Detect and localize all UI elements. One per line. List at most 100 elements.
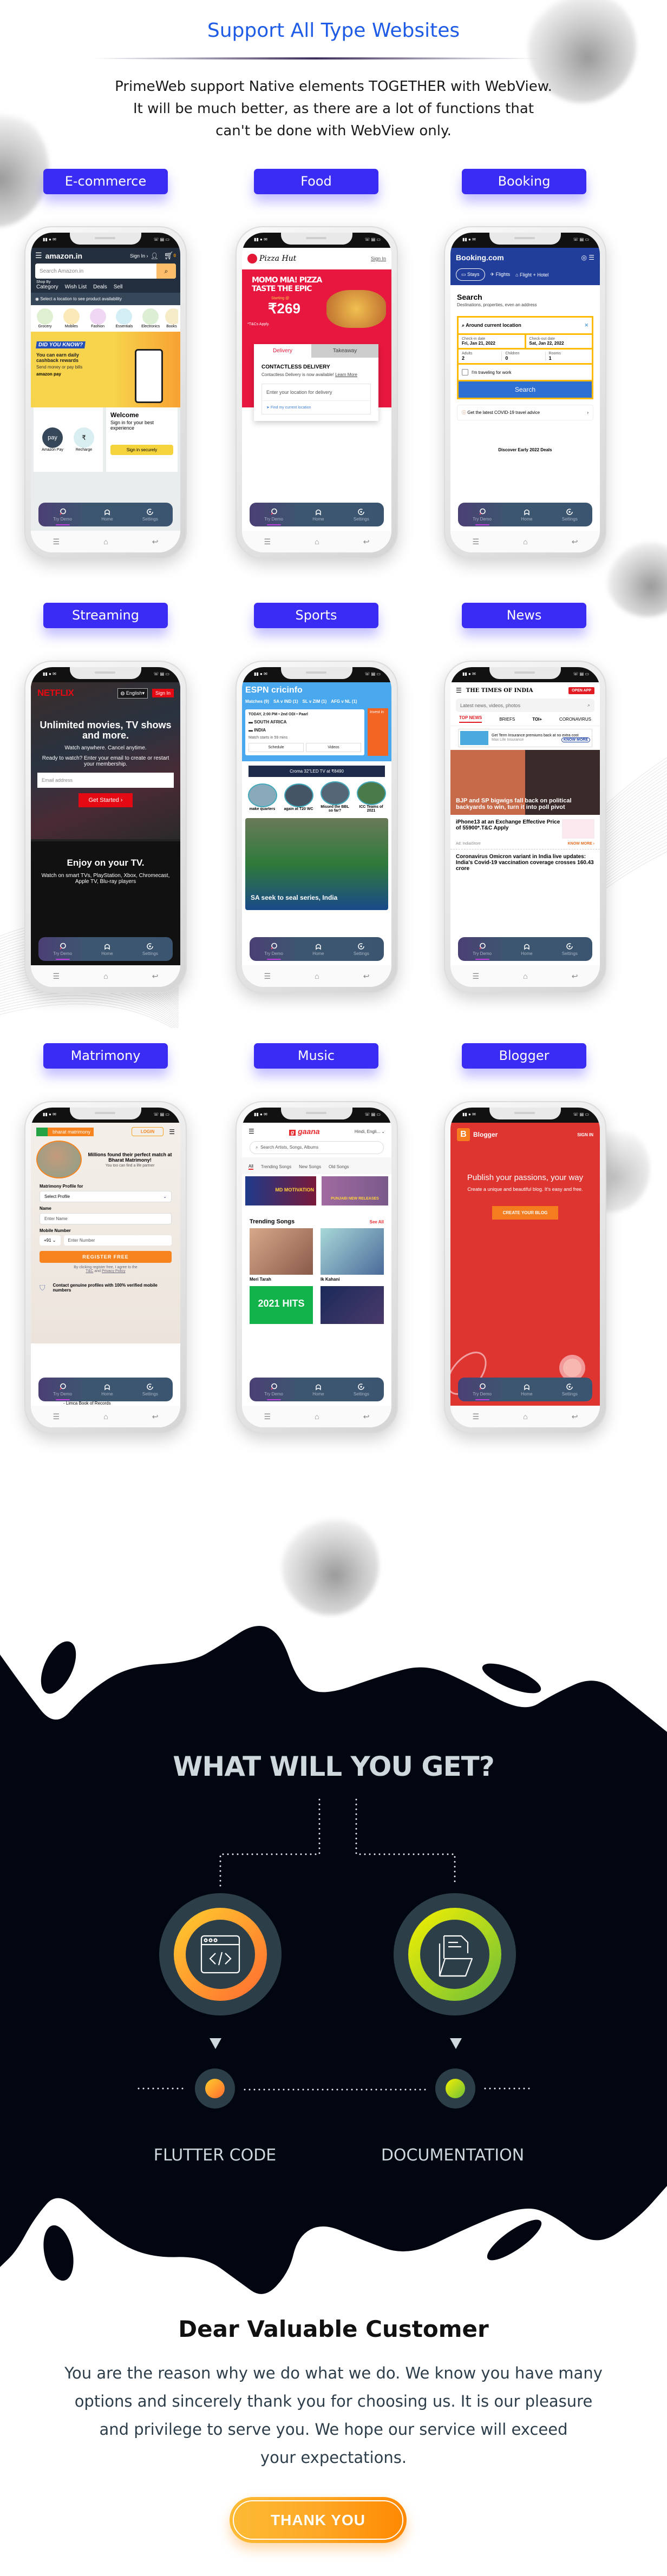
tab-flight-hotel[interactable]: ⌂ Flight + Hotel	[515, 272, 548, 278]
clear-icon[interactable]: ✕	[584, 322, 588, 328]
tab-trending[interactable]: Trending Songs	[261, 1164, 291, 1169]
nav-settings[interactable]: Settings	[142, 1383, 158, 1396]
home-button-icon[interactable]: ⌂	[523, 537, 527, 546]
iphone-promo[interactable]: iPhone13 at an Exchange Effective Price …	[450, 815, 600, 839]
promo-banner[interactable]: DID YOU KNOW? You can earn daily cashbac…	[31, 332, 180, 407]
menu-icon[interactable]: ☰	[264, 1412, 271, 1421]
hamburger-icon[interactable]: ☰	[456, 687, 462, 694]
search-input[interactable]: Search Amazon.in	[35, 268, 156, 274]
nav-home[interactable]: Home	[312, 943, 324, 956]
nav-home[interactable]: Home	[312, 1383, 324, 1396]
story-headline[interactable]: Coronavirus Omicron variant in India liv…	[450, 849, 600, 876]
checkin-field[interactable]: Check-in date Fri, Jan 21, 2022	[459, 335, 525, 348]
nav-wish-list[interactable]: Wish List	[65, 284, 87, 290]
nav-home[interactable]: Home	[521, 508, 533, 522]
song-card[interactable]: Meri Tarah	[250, 1228, 313, 1282]
learn-more-link[interactable]: Learn More	[335, 372, 357, 377]
privacy-link[interactable]: Privacy Policy	[102, 1269, 126, 1273]
home-button-icon[interactable]: ⌂	[523, 1412, 527, 1421]
tab-toi-plus[interactable]: TOI+	[532, 717, 542, 722]
tab-coronavirus[interactable]: CORONAVIRUS	[559, 717, 591, 722]
nav-try-demo[interactable]: Try Demo	[53, 1383, 72, 1400]
home-button-icon[interactable]: ⌂	[103, 537, 108, 546]
tile-amazon-pay[interactable]: pay Amazon Pay	[37, 427, 68, 452]
menu-icon[interactable]: ☰	[53, 972, 60, 981]
story-item[interactable]: again at T20 WC	[283, 783, 315, 811]
videos-button[interactable]: Videos	[306, 742, 361, 752]
destination-input[interactable]: ⌕ Around current location ✕	[459, 318, 592, 333]
tab-top-news[interactable]: TOP NEWS	[459, 715, 482, 723]
work-travel-checkbox[interactable]: I'm traveling for work	[459, 365, 592, 380]
nav-settings[interactable]: Settings	[354, 508, 369, 522]
sign-in-link[interactable]: Sign In	[371, 256, 386, 261]
home-button-icon[interactable]: ⌂	[523, 972, 527, 980]
nav-try-demo[interactable]: Try Demo	[473, 943, 492, 960]
nav-home[interactable]: Home	[521, 943, 533, 956]
side-ad[interactable]: Invest in	[368, 708, 388, 756]
back-icon[interactable]: ↩	[363, 537, 370, 546]
menu-icon[interactable]: ☰	[53, 537, 60, 546]
tab-delivery[interactable]: Delivery	[254, 344, 311, 358]
nav-deals[interactable]: Deals	[93, 284, 107, 290]
menu-icon[interactable]: ☰	[473, 972, 480, 981]
tab-new[interactable]: New Songs	[299, 1164, 321, 1169]
language-select[interactable]: ◍ English▾	[117, 688, 148, 699]
tnc-link[interactable]: T&C	[86, 1269, 93, 1273]
category-grocery[interactable]: Grocery	[33, 308, 57, 328]
category-mobiles[interactable]: Mobiles	[60, 308, 83, 328]
schedule-button[interactable]: Schedule	[249, 742, 304, 752]
headline-image[interactable]: BJP and SP bigwigs fall back on politica…	[450, 750, 600, 815]
thank-you-button[interactable]: THANK YOU	[230, 2497, 407, 2543]
headline-image[interactable]: SA seek to seal series, India	[245, 818, 388, 910]
register-free-button[interactable]: REGISTER FREE	[40, 1251, 172, 1263]
home-button-icon[interactable]: ⌂	[103, 1412, 108, 1421]
tile-recharge[interactable]: ₹ Recharge	[68, 427, 100, 452]
create-blog-button[interactable]: CREATE YOUR BLOG	[492, 1206, 558, 1220]
login-button[interactable]: LOGIN	[131, 1127, 164, 1136]
sign-in-link[interactable]: Sign In ›	[130, 253, 148, 259]
nav-try-demo[interactable]: Try Demo	[264, 943, 283, 960]
nav-try-demo[interactable]: Try Demo	[53, 943, 72, 960]
back-icon[interactable]: ↩	[572, 1412, 578, 1421]
nav-settings[interactable]: Settings	[354, 943, 369, 956]
nav-try-demo[interactable]: Try Demo	[473, 1383, 492, 1400]
nav-home[interactable]: Home	[101, 1383, 113, 1396]
covid-advice-link[interactable]: ⓘ Get the latest COVID-19 travel advice ›	[457, 405, 593, 420]
get-started-button[interactable]: Get Started ›	[79, 793, 133, 807]
nav-home[interactable]: Home	[521, 1383, 533, 1396]
back-icon[interactable]: ↩	[363, 972, 370, 981]
croma-ad[interactable]: Croma 32"LED TV at ₹8490	[249, 766, 385, 777]
back-icon[interactable]: ↩	[152, 537, 159, 546]
song-card[interactable]	[321, 1286, 384, 1324]
menu-icon[interactable]: ☰	[473, 537, 480, 546]
nav-settings[interactable]: Settings	[562, 508, 578, 522]
category-books[interactable]: Books	[165, 308, 178, 328]
tab-briefs[interactable]: BRIEFS	[499, 717, 515, 722]
search-input[interactable]: ⌕ Search Artists, Songs, Albums	[250, 1141, 384, 1154]
story-item[interactable]: Missed the BBL so far?	[319, 781, 351, 813]
hamburger-icon[interactable]: ☰	[169, 1128, 175, 1136]
search-bar[interactable]: Search Amazon.in ⌕	[35, 263, 176, 279]
menu-icon[interactable]: ☰	[473, 1412, 480, 1421]
name-input[interactable]: Enter Name	[40, 1213, 172, 1224]
nav-category[interactable]: Category	[36, 284, 58, 290]
search-input[interactable]: Latest news, videos, photos ⌕	[456, 699, 594, 712]
sign-in-link[interactable]: SIGN IN	[577, 1132, 593, 1137]
tab-match[interactable]: SL v ZIM (1)	[303, 699, 327, 704]
cart-icon[interactable]: 🛒︎	[164, 251, 174, 260]
nav-try-demo[interactable]: Try Demo	[473, 508, 492, 525]
back-icon[interactable]: ↩	[572, 537, 578, 546]
nav-settings[interactable]: Settings	[142, 943, 158, 956]
email-input[interactable]: Email address	[37, 773, 174, 788]
home-button-icon[interactable]: ⌂	[103, 972, 108, 980]
see-all-link[interactable]: See All	[370, 1220, 384, 1224]
checkout-field[interactable]: Check-out date Sat, Jan 22, 2022	[526, 335, 592, 348]
menu-icon[interactable]: ☰	[53, 1412, 60, 1421]
banner-md-motivation[interactable]: MD MOTIVATION	[245, 1176, 316, 1205]
nav-sell[interactable]: Sell	[114, 284, 123, 290]
search-button[interactable]: Search	[459, 381, 592, 398]
tab-stays[interactable]: ▭ Stays	[456, 268, 485, 281]
banner-punjabi[interactable]: PUNJABI NEW RELEASES	[322, 1176, 388, 1205]
tab-match[interactable]: SA v IND (1)	[273, 699, 298, 704]
menu-icon[interactable]: ☰	[264, 972, 271, 981]
